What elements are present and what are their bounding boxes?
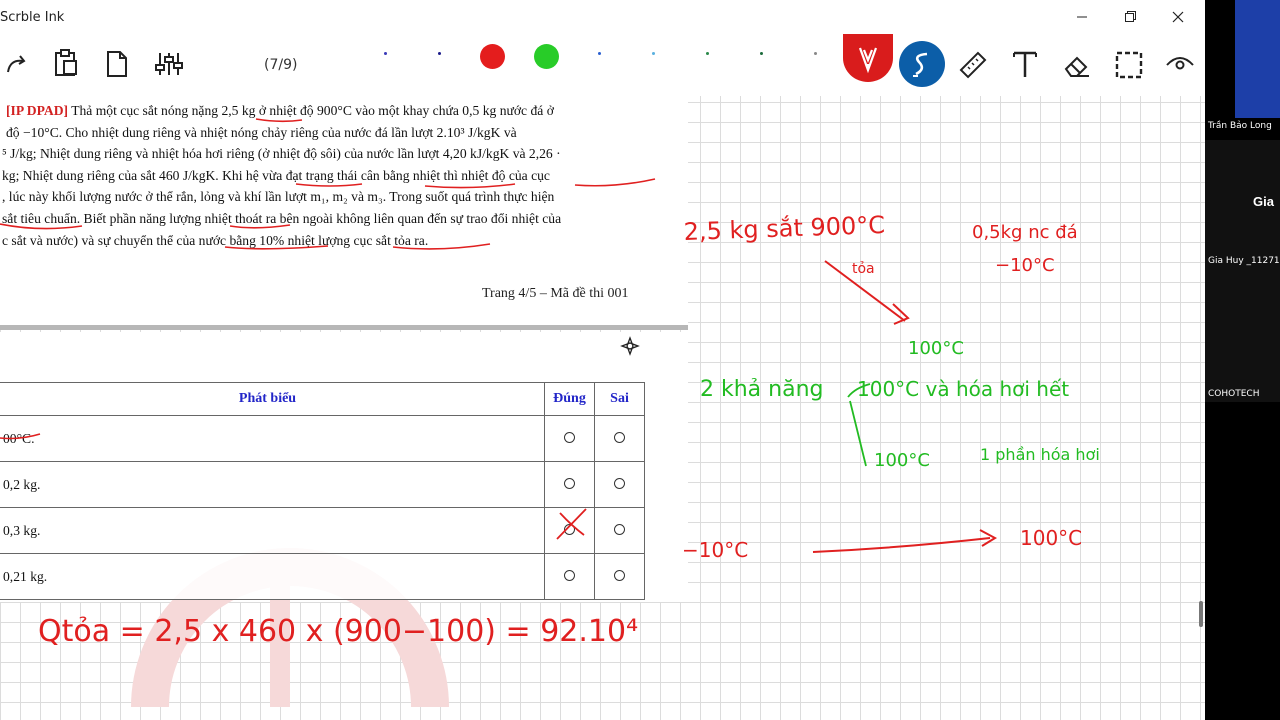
ink-canvas[interactable]: [IP DPAD] Thả một cục sắt nóng nặng 2,5 … [0, 96, 1205, 720]
document-page-top: [IP DPAD] Thả một cục sắt nóng nặng 2,5 … [0, 96, 688, 330]
page-footer: Trang 4/5 – Mã đề thi 001 [482, 286, 629, 301]
app-title: Scrble Ink [0, 10, 65, 25]
ruler-icon [959, 51, 987, 79]
move-table-handle[interactable] [620, 336, 640, 361]
participant-tile[interactable]: Gia Gia Huy _1127133 COHOTECH [1205, 140, 1280, 402]
statement-text: 00°C. [0, 415, 545, 462]
maximize-button[interactable] [1110, 4, 1150, 30]
select-button[interactable] [1114, 50, 1144, 85]
close-icon [1172, 11, 1184, 23]
empty-tile [1205, 402, 1280, 720]
radio-false[interactable] [614, 477, 625, 489]
color-red-swatch[interactable] [480, 44, 505, 69]
header-false: Sai [594, 382, 645, 416]
pen-button[interactable] [843, 34, 893, 87]
true-cell[interactable] [544, 553, 595, 600]
eraser-icon [1064, 56, 1089, 77]
true-cell[interactable] [544, 461, 595, 508]
false-cell[interactable] [594, 461, 645, 508]
false-cell[interactable] [594, 553, 645, 600]
table-row: 0,2 kg. [0, 461, 645, 508]
statement-table: Phát biểu Đúng Sai 00°C. 0,2 kg. 0,3 kg. [0, 382, 645, 600]
page-icon [107, 51, 127, 77]
table-row: 00°C. [0, 415, 645, 462]
participant-name: Gia Huy _1127133 [1208, 256, 1280, 266]
redo-button[interactable] [2, 50, 28, 83]
radio-true[interactable] [564, 523, 575, 535]
radio-false[interactable] [614, 569, 625, 581]
false-cell[interactable] [594, 415, 645, 462]
table-row: 0,21 kg. [0, 553, 645, 600]
problem-line-6: sắt tiêu chuẩn. Biết phần năng lượng nhi… [2, 210, 562, 226]
radio-true[interactable] [564, 431, 575, 443]
color-dot-darkgreen[interactable] [706, 52, 709, 55]
stroke-tool-button[interactable] [899, 41, 945, 92]
view-button[interactable] [1165, 51, 1195, 82]
color-dot-blue[interactable] [384, 52, 387, 55]
problem-line-2: độ −10°C. Cho nhiệt dung riêng và nhiệt … [6, 124, 517, 140]
color-dot-teal[interactable] [760, 52, 763, 55]
problem-line-1: Thả một cục sắt nóng nặng 2,5 kg ở nhiệt… [71, 103, 554, 118]
problem-line-3: ⁵ J/kg; Nhiệt dung riêng và nhiệt hóa hơ… [2, 146, 561, 162]
radio-true[interactable] [564, 477, 575, 489]
radio-true[interactable] [564, 569, 575, 581]
participant-name: Trần Bảo Long [1208, 121, 1272, 131]
text-icon [1013, 51, 1037, 77]
header-statement: Phát biểu [0, 382, 545, 416]
close-button[interactable] [1158, 4, 1198, 30]
stroke-icon [899, 41, 945, 87]
false-cell[interactable] [594, 507, 645, 554]
statement-text: 0,21 kg. [0, 553, 545, 600]
color-green-swatch[interactable] [534, 44, 559, 69]
color-dot-cyan[interactable] [652, 52, 655, 55]
eye-icon [1166, 57, 1194, 70]
toolbar: (7/9) [0, 34, 1205, 96]
select-icon [1115, 51, 1143, 79]
restore-icon [1125, 11, 1136, 22]
page-indicator: (7/9) [264, 57, 298, 73]
statement-text: 0,3 kg. [0, 507, 545, 554]
problem-line-4: kg; Nhiệt dung riêng của sắt 460 J/kgK. … [2, 167, 550, 183]
radio-false[interactable] [614, 523, 625, 535]
screen-share-thumbnail [1235, 0, 1280, 118]
true-cell[interactable] [544, 415, 595, 462]
color-dot-lightblue[interactable] [598, 52, 601, 55]
paste-button[interactable] [52, 48, 80, 83]
statement-text: 0,2 kg. [0, 461, 545, 508]
new-page-button[interactable] [104, 49, 130, 84]
problem-tag: [IP DPAD] [6, 103, 69, 118]
pen-icon [843, 34, 893, 82]
participant-name: COHOTECH [1208, 389, 1260, 399]
color-dot-gray[interactable] [814, 52, 817, 55]
minimize-button[interactable] [1062, 4, 1102, 30]
app-root: Scrble Ink (7/9) [IP DPAD] Thả một cục s… [0, 0, 1280, 720]
clipboard-icon [55, 49, 77, 76]
ruler-button[interactable] [958, 50, 988, 85]
move-icon [620, 336, 640, 356]
title-bar: Scrble Ink [0, 0, 1205, 34]
scrble-ink-window: Scrble Ink (7/9) [IP DPAD] Thả một cục s… [0, 0, 1205, 720]
color-dot-navy[interactable] [438, 52, 441, 55]
minimize-icon [1077, 16, 1087, 18]
eraser-button[interactable] [1062, 50, 1092, 85]
meeting-participants-panel: Trần Bảo Long Gia Gia Huy _1127133 COHOT… [1205, 0, 1280, 720]
problem-line-5: , lúc này khối lượng nước ở thể rắn, lỏn… [2, 189, 555, 205]
page-divider [0, 325, 688, 330]
vertical-scrollbar[interactable] [1199, 601, 1203, 627]
table-row: 0,3 kg. [0, 507, 645, 554]
problem-text: [IP DPAD] Thả một cục sắt nóng nặng 2,5 … [0, 100, 660, 251]
header-true: Đúng [544, 382, 595, 416]
true-cell[interactable] [544, 507, 595, 554]
participant-initials: Gia [1253, 194, 1274, 209]
sliders-icon [155, 53, 183, 75]
text-tool-button[interactable] [1011, 49, 1041, 84]
table-header-row: Phát biểu Đúng Sai [0, 382, 645, 416]
radio-false[interactable] [614, 431, 625, 443]
redo-icon [7, 55, 26, 73]
participant-tile[interactable]: Trần Bảo Long [1205, 0, 1280, 140]
problem-line-7: c sắt và nước) và sự chuyển thể của nước… [2, 232, 429, 248]
settings-button[interactable] [154, 50, 184, 83]
